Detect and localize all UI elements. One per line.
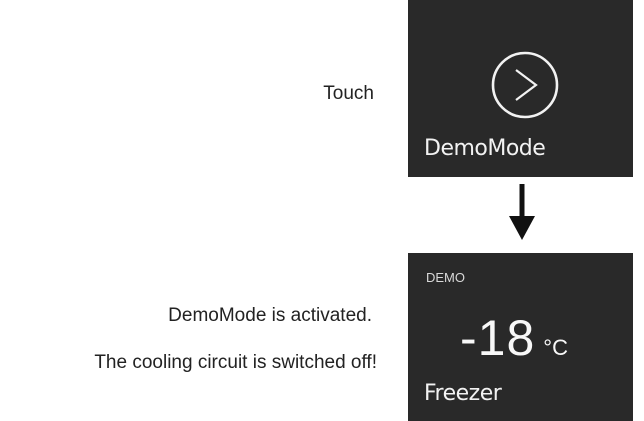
demomode-menu-screen: DemoMode [408, 0, 633, 177]
temperature-value: -18 [460, 310, 536, 366]
demomode-label: DemoMode [424, 136, 546, 161]
instruction-touch: Touch [323, 83, 374, 104]
temperature-unit: °C [543, 335, 568, 360]
next-button[interactable] [490, 50, 560, 120]
temperature-display: -18 °C [460, 309, 568, 367]
arrow-down-icon [509, 184, 535, 240]
demo-badge: DEMO [426, 270, 465, 285]
chevron-right-circle-icon [491, 51, 559, 119]
status-demomode-activated: DemoMode is activated. [168, 305, 372, 326]
warning-cooling-off: The cooling circuit is switched off! [94, 352, 377, 373]
freezer-label: Freezer [424, 381, 502, 406]
freezer-display-screen: DEMO -18 °C Freezer [408, 253, 633, 421]
